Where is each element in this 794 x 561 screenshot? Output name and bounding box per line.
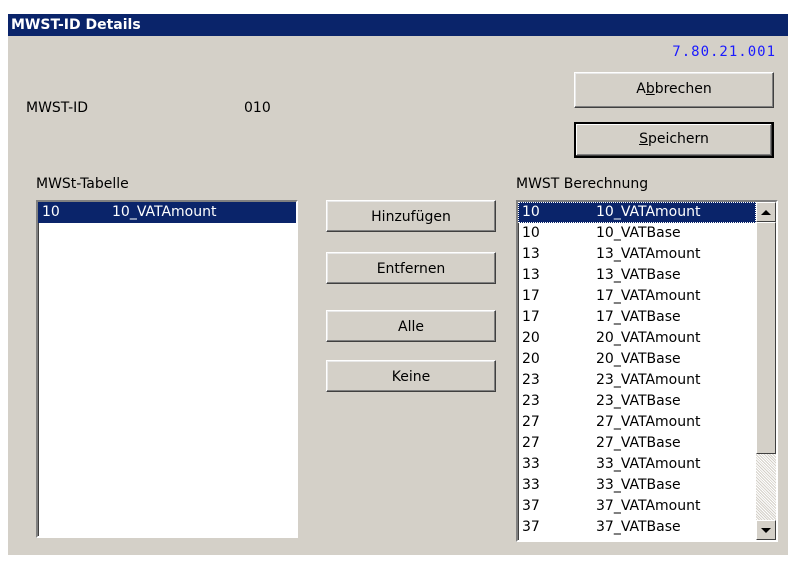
- mwst-id-value: 010: [244, 100, 271, 116]
- mwst-berechnung-label: MWST Berechnung: [516, 176, 649, 192]
- item-name: 17_VATAmount: [596, 288, 701, 304]
- item-code: 10: [42, 204, 60, 220]
- item-name: 13_VATBase: [596, 267, 681, 283]
- list-item[interactable]: 33 33_VATAmount: [518, 454, 756, 475]
- item-code: 13: [522, 267, 540, 283]
- item-name: 23_VATBase: [596, 393, 681, 409]
- arrow-down-icon: [761, 527, 771, 533]
- item-name: 37_VATBase: [596, 519, 681, 535]
- list-item[interactable]: 10 10_VATBase: [518, 223, 756, 244]
- mwst-id-label: MWST-ID: [26, 100, 89, 116]
- title-bar: MWST-ID Details: [8, 14, 788, 36]
- abbrechen-button[interactable]: Abbrechen: [574, 72, 774, 108]
- item-code: 33: [522, 477, 540, 493]
- item-code: 37: [522, 519, 540, 535]
- item-name: 33_VATBase: [596, 477, 681, 493]
- item-name: 27_VATBase: [596, 435, 681, 451]
- scroll-thumb[interactable]: [756, 222, 776, 454]
- mwst-id-details-dialog: MWST-ID Details 7.80.21.001 MWST-ID 010 …: [8, 14, 788, 555]
- item-code: 23: [522, 393, 540, 409]
- item-code: 27: [522, 414, 540, 430]
- keine-button[interactable]: Keine: [326, 360, 496, 392]
- abbrechen-label-pre: A: [636, 81, 646, 97]
- list-item[interactable]: 37 37_VATAmount: [518, 496, 756, 517]
- item-code: 10: [522, 225, 540, 241]
- list-item[interactable]: 33 33_VATBase: [518, 475, 756, 496]
- list-item[interactable]: 17 17_VATBase: [518, 307, 756, 328]
- item-name: 20_VATBase: [596, 351, 681, 367]
- item-name: 17_VATBase: [596, 309, 681, 325]
- mwst-tabelle-list[interactable]: 10 10_VATAmount: [36, 200, 298, 538]
- item-code: 37: [522, 498, 540, 514]
- scroll-down-button[interactable]: [756, 520, 776, 540]
- item-code: 33: [522, 456, 540, 472]
- speichern-button[interactable]: Speichern: [574, 122, 774, 158]
- item-name: 37_VATAmount: [596, 498, 701, 514]
- list-item[interactable]: 23 23_VATAmount: [518, 370, 756, 391]
- list-item[interactable]: 27 27_VATAmount: [518, 412, 756, 433]
- entfernen-button[interactable]: Entfernen: [326, 252, 496, 284]
- list-item[interactable]: 27 27_VATBase: [518, 433, 756, 454]
- hinzufuegen-button[interactable]: Hinzufügen: [326, 200, 496, 232]
- arrow-up-icon: [761, 209, 771, 215]
- list-item[interactable]: 10 10_VATAmount: [518, 202, 756, 223]
- item-code: 27: [522, 435, 540, 451]
- mwst-berechnung-rows: 10 10_VATAmount 10 10_VATBase 13 13_VATAmount…: [518, 202, 756, 538]
- list-item[interactable]: 13 13_VATBase: [518, 265, 756, 286]
- alle-button[interactable]: Alle: [326, 310, 496, 342]
- speichern-label-post: peichern: [647, 131, 709, 147]
- item-code: 17: [522, 288, 540, 304]
- item-name: 33_VATAmount: [596, 456, 701, 472]
- item-code: 20: [522, 330, 540, 346]
- list-item[interactable]: 20 20_VATAmount: [518, 328, 756, 349]
- scroll-up-button[interactable]: [756, 202, 776, 222]
- item-name: 10_VATAmount: [596, 204, 701, 220]
- abbrechen-accelerator: b: [645, 81, 655, 97]
- item-code: 23: [522, 372, 540, 388]
- mwst-berechnung-list[interactable]: 10 10_VATAmount 10 10_VATBase 13 13_VATAmount…: [516, 200, 778, 542]
- item-name: 10_VATAmount: [112, 204, 217, 220]
- abbrechen-label-post: brechen: [654, 81, 712, 97]
- item-name: 10_VATBase: [596, 225, 681, 241]
- list-item[interactable]: 37 37_VATBase: [518, 517, 756, 538]
- item-code: 13: [522, 246, 540, 262]
- mwst-tabelle-label: MWSt-Tabelle: [36, 176, 129, 192]
- list-item[interactable]: 17 17_VATAmount: [518, 286, 756, 307]
- list-item[interactable]: 13 13_VATAmount: [518, 244, 756, 265]
- version-label: 7.80.21.001: [672, 44, 776, 60]
- item-code: 20: [522, 351, 540, 367]
- item-name: 13_VATAmount: [596, 246, 701, 262]
- list-item[interactable]: 20 20_VATBase: [518, 349, 756, 370]
- list-item[interactable]: 23 23_VATBase: [518, 391, 756, 412]
- list-item[interactable]: 10 10_VATAmount: [38, 202, 296, 223]
- item-name: 23_VATAmount: [596, 372, 701, 388]
- vertical-scrollbar[interactable]: [756, 202, 776, 540]
- item-code: 17: [522, 309, 540, 325]
- item-name: 27_VATAmount: [596, 414, 701, 430]
- speichern-accelerator: S: [639, 131, 648, 147]
- item-code: 10: [522, 204, 540, 220]
- item-name: 20_VATAmount: [596, 330, 701, 346]
